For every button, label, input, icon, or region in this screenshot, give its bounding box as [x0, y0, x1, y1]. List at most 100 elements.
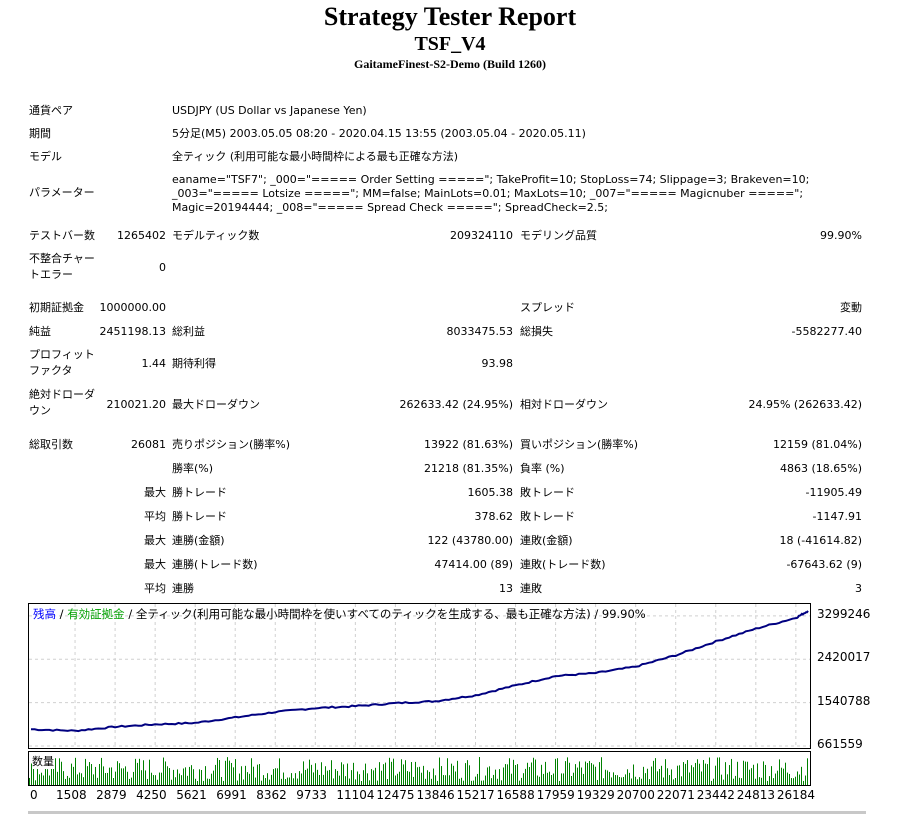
volume-bar — [293, 778, 294, 785]
volume-bar — [787, 772, 788, 785]
volume-bar — [43, 775, 44, 785]
volume-bar — [671, 769, 672, 785]
volume-bar — [111, 767, 112, 785]
expert-name: TSF_V4 — [414, 33, 486, 55]
volume-chart-plot — [29, 757, 808, 785]
volume-bar — [71, 763, 72, 785]
volume-bar — [205, 766, 206, 785]
volume-bar — [625, 774, 626, 785]
period-value: 5分足(M5) 2003.05.05 08:20 - 2020.04.15 13… — [172, 127, 586, 140]
spread-value: 変動 — [840, 301, 862, 314]
volume-bar — [527, 762, 528, 785]
volume-bar — [145, 770, 146, 785]
volume-bar — [603, 778, 604, 785]
largest-win-value: 1605.38 — [467, 486, 514, 499]
short-positions-label: 売りポジション(勝率%) — [172, 438, 291, 451]
volume-bar — [633, 764, 634, 785]
volume-bar — [563, 773, 564, 785]
volume-bar — [403, 764, 404, 785]
volume-bar — [455, 771, 456, 785]
net-profit-label: 純益 — [29, 325, 51, 338]
volume-bar — [445, 775, 446, 785]
volume-bar — [449, 775, 450, 785]
volume-bar — [83, 777, 84, 785]
volume-bar — [359, 774, 360, 785]
volume-bar — [217, 757, 218, 785]
volume-bar — [309, 759, 310, 785]
volume-bar — [125, 766, 126, 785]
volume-bar — [551, 775, 552, 785]
cons-losses-amount-value: 18 (-41614.82) — [779, 534, 862, 547]
y-tick-label: 1540788 — [817, 693, 871, 708]
volume-bar — [133, 771, 134, 785]
volume-bar — [215, 764, 216, 785]
volume-bar — [655, 758, 656, 785]
volume-bar — [501, 780, 502, 785]
volume-bar — [333, 778, 334, 785]
volume-bar — [719, 757, 720, 785]
volume-bar — [371, 769, 372, 785]
deposit-label: 初期証拠金 — [29, 301, 84, 314]
volume-bar — [107, 772, 108, 785]
volume-bar — [675, 778, 676, 785]
volume-bar — [213, 770, 214, 785]
volume-bar — [745, 761, 746, 785]
symbol-value: USDJPY (US Dollar vs Japanese Yen) — [172, 104, 367, 117]
max-drawdown-label: 最大ドローダウン — [172, 398, 260, 411]
volume-bar — [767, 780, 768, 785]
volume-bar — [223, 780, 224, 785]
volume-bar — [735, 775, 736, 785]
volume-bar — [413, 776, 414, 785]
volume-bar — [119, 763, 120, 785]
volume-bar — [135, 758, 136, 785]
x-tick-label: 11104 — [336, 788, 375, 802]
volume-bar — [709, 757, 710, 785]
volume-bar — [457, 760, 458, 785]
quality-label: モデリング品質 — [520, 229, 597, 242]
x-tick-label: 22071 — [656, 788, 695, 802]
volume-bar — [775, 773, 776, 785]
volume-bar — [725, 762, 726, 785]
volume-bar — [467, 760, 468, 785]
bottom-divider — [28, 811, 866, 814]
balance-chart: 残高 / 有効証拠金 / 全ティック(利用可能な最小時間枠を使いすべてのティック… — [28, 603, 811, 749]
volume-bar — [559, 780, 560, 785]
volume-bar — [637, 779, 638, 785]
ticks-value: 209324110 — [450, 229, 513, 242]
win-rate-value: 21218 (81.35%) — [423, 462, 513, 475]
volume-bar — [397, 773, 398, 785]
volume-bar — [341, 762, 342, 785]
volume-bar — [149, 759, 150, 785]
volume-bar — [737, 761, 738, 785]
avg-label: 平均 — [144, 510, 166, 523]
x-tick-label: 17959 — [536, 788, 575, 802]
volume-bar — [257, 764, 258, 785]
volume-bar — [123, 768, 124, 785]
volume-bar — [755, 778, 756, 785]
volume-bar — [233, 767, 234, 785]
volume-bar — [317, 769, 318, 785]
volume-bar — [643, 766, 644, 785]
volume-bar — [795, 776, 796, 785]
volume-bar — [443, 775, 444, 785]
volume-bar — [791, 778, 792, 785]
volume-bar — [593, 764, 594, 785]
volume-bar — [701, 771, 702, 785]
volume-bar — [513, 759, 514, 785]
avg-loss-value: -1147.91 — [812, 510, 862, 523]
rel-drawdown-value: 24.95% (262633.42) — [748, 398, 862, 411]
volume-bar — [433, 768, 434, 785]
volume-bar — [283, 772, 284, 785]
volume-bar — [285, 779, 286, 785]
volume-bar — [427, 770, 428, 785]
volume-bar — [229, 760, 230, 785]
x-tick-label: 0 — [30, 788, 38, 802]
volume-bar — [395, 775, 396, 785]
cons-wins-amount-value: 122 (43780.00) — [427, 534, 513, 547]
volume-bar — [599, 762, 600, 785]
volume-bar — [769, 776, 770, 785]
volume-bar — [511, 773, 512, 785]
volume-bar — [291, 773, 292, 785]
volume-bar — [705, 763, 706, 785]
legend-equity: 有効証拠金 — [67, 607, 125, 621]
